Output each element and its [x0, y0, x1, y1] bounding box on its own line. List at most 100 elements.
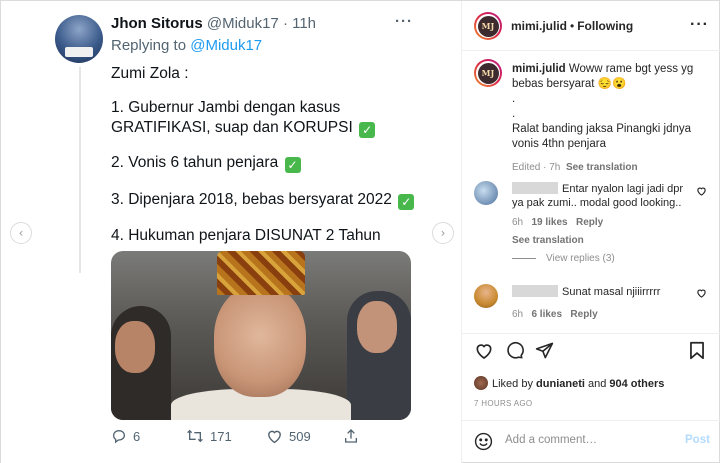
author-avatar[interactable]: MJ: [474, 12, 502, 40]
tweet-retweet-count: 171: [210, 429, 232, 444]
replying-prefix: Replying to: [111, 37, 191, 54]
comment-avatar[interactable]: [474, 284, 498, 308]
post-dialog: ‹ › Jhon Sitorus @Miduk17 · 11h ··· Repl…: [0, 0, 720, 463]
post-header: MJ mimi.julid • Following ···: [462, 1, 720, 51]
tweet-like-count: 509: [289, 429, 311, 444]
share-icon: [345, 429, 357, 443]
post-timestamp: 7 HOURS AGO: [474, 399, 533, 408]
like-icon: [268, 430, 281, 444]
comment-2-like-icon[interactable]: [696, 288, 707, 301]
comment-1-like-icon[interactable]: [696, 186, 707, 199]
carousel-prev-button[interactable]: ‹: [10, 222, 32, 244]
tweet-like-action: 509: [266, 428, 311, 444]
tweet-line-1a: 1. Gubernur Jambi dengan kasus: [111, 99, 341, 116]
view-replies-bar: [512, 257, 536, 259]
caption-avatar[interactable]: MJ: [474, 59, 502, 87]
liked-by-user[interactable]: dunianeti: [536, 378, 585, 390]
photo-face-left: [115, 321, 155, 373]
header-dot: •: [570, 19, 575, 33]
comment-1: Entar nyalon lagi jadi dpr ya pak zumi..…: [512, 182, 692, 248]
tweet-more-icon: ···: [395, 13, 413, 30]
caption: mimi.julid Woww rame bgt yess yg bebas b…: [512, 62, 712, 175]
share-icon[interactable]: [535, 341, 554, 365]
view-replies-button[interactable]: View replies (3): [512, 253, 615, 264]
following-button[interactable]: Following: [577, 19, 633, 33]
tweet-retweet-action: 171: [186, 428, 232, 444]
emoji-icon[interactable]: [474, 432, 493, 451]
tweet-author-avatar: [55, 15, 103, 63]
comment-1-reply[interactable]: Reply: [576, 217, 603, 228]
author-line: mimi.julid • Following: [511, 19, 633, 33]
photo-face-main: [214, 285, 306, 397]
photo-face-right: [357, 301, 397, 353]
comment-divider: [462, 420, 720, 421]
comment-2-reply[interactable]: Reply: [570, 309, 597, 320]
comment-1-translation: See translation: [512, 234, 692, 248]
tweet-time: · 11h: [282, 15, 317, 32]
caption-username[interactable]: mimi.julid: [512, 63, 566, 75]
comment-icon[interactable]: [505, 341, 524, 365]
comment-avatar[interactable]: [474, 181, 498, 205]
liked-by-avatar: [474, 376, 488, 390]
like-icon[interactable]: [474, 341, 494, 365]
tweet-line-2: 2. Vonis 6 tahun penjara ✓: [111, 154, 301, 173]
comment-2-time: 6h: [512, 309, 524, 320]
check-icon: ✓: [359, 122, 376, 138]
caption-meta: Edited · 7h See translation: [512, 160, 712, 175]
caption-avatar-initials: MJ: [477, 62, 499, 84]
tweet-author-name: Jhon Sitorus: [111, 15, 203, 32]
tweet-line-1b-text: GRATIFIKASI, suap dan KORUPSI: [111, 119, 353, 136]
caption-dot-1: .: [512, 93, 516, 105]
post-media: ‹ › Jhon Sitorus @Miduk17 · 11h ··· Repl…: [1, 1, 462, 463]
author-avatar-initials: MJ: [477, 15, 499, 37]
tweet-header: Jhon Sitorus @Miduk17 · 11h: [111, 15, 316, 32]
tweet-line-3: 3. Dipenjara 2018, bebas bersyarat 2022 …: [111, 191, 415, 210]
caption-text-2: Ralat banding jaksa Pinangki jdnya vonis…: [512, 123, 692, 150]
caption-see-translation[interactable]: See translation: [566, 162, 638, 173]
comment-2-meta: 6h 6 likes Reply: [512, 308, 692, 322]
more-options-icon[interactable]: ···: [690, 16, 709, 34]
caption-time: Edited · 7h: [512, 162, 561, 173]
post-sidebar: MJ mimi.julid • Following ··· MJ mimi.juli…: [462, 1, 720, 463]
tweet-line-3-text: 3. Dipenjara 2018, bebas bersyarat 2022: [111, 191, 392, 208]
comment-input[interactable]: Add a comment…: [505, 434, 597, 446]
tweet-actions: 6 171 509: [111, 428, 371, 446]
replying-handle: @Miduk17: [190, 37, 263, 54]
comment-1-see-translation[interactable]: See translation: [512, 235, 584, 246]
thread-line: [79, 67, 81, 273]
comment-1-likes[interactable]: 19 likes: [531, 217, 567, 228]
comment-bar: Add a comment… Post: [474, 432, 714, 451]
tweet-line-4: 4. Hukuman penjara DISUNAT 2 Tahun: [111, 227, 381, 244]
reply-icon: [112, 429, 126, 444]
author-username[interactable]: mimi.julid: [511, 19, 567, 33]
photo-hat: [217, 251, 305, 295]
liked-by-prefix: Liked by: [492, 378, 537, 390]
tweet-share-action: [343, 428, 365, 444]
check-icon: ✓: [284, 157, 301, 173]
actions-divider: [462, 333, 720, 334]
liked-by-others[interactable]: 904 others: [609, 378, 664, 390]
caption-dot-2: .: [512, 108, 516, 120]
post-button[interactable]: Post: [685, 434, 710, 446]
tweet-line-2-text: 2. Vonis 6 tahun penjara: [111, 154, 279, 171]
tweet-reply-count: 6: [133, 429, 141, 444]
tweet-author-handle: @Miduk17: [206, 15, 279, 32]
save-icon[interactable]: [689, 341, 705, 365]
retweet-icon: [187, 429, 203, 443]
comment-username-redacted: [512, 285, 558, 297]
tweet-photo: [111, 251, 411, 420]
comment-1-meta: 6h 19 likes Reply: [512, 216, 692, 230]
tweet-reply-action: 6: [111, 428, 140, 444]
check-icon: ✓: [398, 194, 415, 210]
tweet-line-title: Zumi Zola :: [111, 65, 189, 82]
comment-2-text: Sunat masal njiiirrrrr: [562, 286, 661, 298]
view-replies-label: View replies (3): [546, 253, 615, 264]
comment-2: Sunat masal njiiirrrrr 6h 6 likes Reply: [512, 285, 692, 322]
carousel-next-button[interactable]: ›: [432, 222, 454, 244]
liked-by-and: and: [584, 378, 610, 390]
liked-by: Liked by dunianeti and 904 others: [474, 376, 664, 390]
comment-username-redacted: [512, 182, 558, 194]
comment-2-likes[interactable]: 6 likes: [531, 309, 562, 320]
comment-1-time: 6h: [512, 217, 524, 228]
tweet-replying-to: Replying to @Miduk17: [111, 37, 262, 54]
